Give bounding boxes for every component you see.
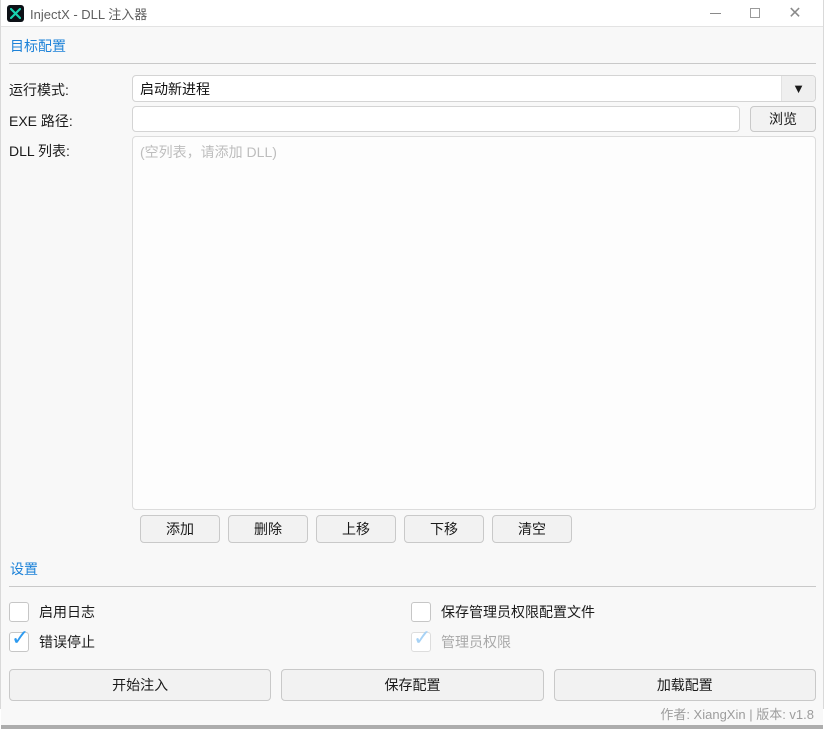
close-icon: ✕ [788, 5, 802, 22]
stop-on-error-checkbox[interactable]: ✓ 错误停止 [9, 627, 411, 652]
minimize-button[interactable] [695, 1, 735, 25]
dll-list-placeholder: (空列表，请添加 DLL) [140, 144, 277, 160]
window-bottom-edge [1, 725, 823, 729]
action-buttons: 开始注入 保存配置 加载配置 [9, 669, 816, 701]
checkmark-icon: ✓ [11, 625, 30, 650]
clear-list-button[interactable]: 清空 [492, 515, 572, 543]
run-mode-label: 运行模式: [9, 82, 69, 98]
minimize-icon [709, 12, 721, 14]
exe-path-row: EXE 路径: 浏览 [9, 106, 816, 132]
browse-button[interactable]: 浏览 [750, 106, 816, 132]
checkbox-icon: ✓ [411, 602, 431, 622]
stop-on-error-label: 错误停止 [39, 634, 95, 650]
maximize-icon [750, 8, 760, 18]
exe-path-label: EXE 路径: [9, 113, 73, 129]
status-bar: 作者: XiangXin | 版本: v1.8 [9, 701, 816, 725]
x-logo-icon [10, 7, 21, 19]
save-admin-profile-label: 保存管理员权限配置文件 [441, 604, 595, 620]
load-config-button[interactable]: 加载配置 [553, 669, 816, 701]
run-mode-select[interactable]: 启动新进程 ▼ [132, 75, 816, 102]
move-up-button[interactable]: 上移 [316, 515, 396, 543]
exe-path-input[interactable] [132, 106, 740, 132]
author-version-text: 作者: XiangXin | 版本: v1.8 [660, 706, 814, 722]
save-admin-profile-checkbox[interactable]: ✓ 保存管理员权限配置文件 [411, 602, 816, 622]
dll-list-box[interactable]: (空列表，请添加 DLL) [132, 136, 816, 510]
checkmark-icon: ✓ [413, 625, 432, 650]
target-config-form: 运行模式: 启动新进程 ▼ EXE 路径: 浏览 DLL 列表: (空列表，请添… [9, 75, 816, 543]
title-bar: InjectX - DLL 注入器 ✕ [1, 0, 823, 27]
section-header-target-config: 目标配置 [9, 33, 816, 64]
close-button[interactable]: ✕ [775, 1, 815, 25]
start-inject-button[interactable]: 开始注入 [9, 669, 272, 701]
maximize-button[interactable] [735, 1, 775, 25]
enable-log-checkbox[interactable]: ✓ 启用日志 [9, 602, 411, 622]
dll-list-row: DLL 列表: (空列表，请添加 DLL) [9, 136, 816, 510]
admin-rights-label: 管理员权限 [441, 634, 511, 650]
window-controls: ✕ [695, 1, 815, 25]
remove-dll-button[interactable]: 删除 [228, 515, 308, 543]
main-content: 目标配置 运行模式: 启动新进程 ▼ EXE 路径: 浏览 DLL 列表: (空… [1, 27, 823, 725]
move-down-button[interactable]: 下移 [404, 515, 484, 543]
run-mode-selected-value: 启动新进程 [140, 80, 210, 97]
enable-log-label: 启用日志 [39, 604, 95, 620]
settings-checkboxes: ✓ 启用日志 ✓ 保存管理员权限配置文件 ✓ 错误停止 ✓ 管理员权限 [9, 597, 816, 657]
app-icon [7, 4, 24, 22]
app-window: InjectX - DLL 注入器 ✕ 目标配置 运行模式: 启动新进程 ▼ E… [0, 0, 824, 729]
admin-rights-checkbox: ✓ 管理员权限 [411, 627, 816, 652]
add-dll-button[interactable]: 添加 [140, 515, 220, 543]
checkbox-icon: ✓ [411, 627, 431, 652]
dll-list-label: DLL 列表: [9, 143, 70, 159]
run-mode-row: 运行模式: 启动新进程 ▼ [9, 75, 816, 102]
checkbox-icon: ✓ [9, 627, 29, 652]
save-config-button[interactable]: 保存配置 [281, 669, 544, 701]
window-title: InjectX - DLL 注入器 [30, 6, 148, 22]
section-header-settings: 设置 [9, 556, 816, 587]
chevron-down-icon: ▼ [781, 76, 815, 101]
dll-list-buttons: 添加 删除 上移 下移 清空 [140, 515, 816, 543]
checkbox-icon: ✓ [9, 602, 29, 622]
